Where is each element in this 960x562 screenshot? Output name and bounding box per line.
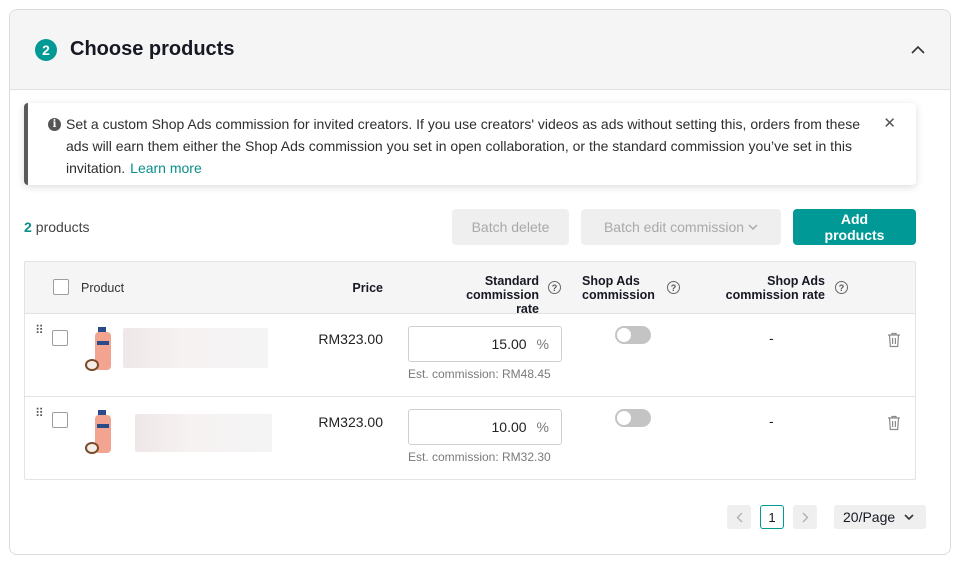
product-count-number: 2 xyxy=(24,219,32,235)
info-icon: i xyxy=(48,118,61,131)
page-size-value: 20/Page xyxy=(843,509,896,525)
rate-value: 10.00 xyxy=(491,419,527,435)
page-1-button[interactable]: 1 xyxy=(760,505,784,529)
card-header[interactable]: 2 Choose products xyxy=(10,10,950,90)
standard-rate-input[interactable]: 10.00% xyxy=(408,409,562,445)
row-checkbox[interactable] xyxy=(52,412,68,428)
close-icon[interactable]: ✕ xyxy=(883,113,896,135)
header-standard-rate-line1: Standard commission xyxy=(466,274,539,302)
header-shop-ads-rate-line1: Shop Ads xyxy=(767,274,825,288)
header-shop-ads: Shop Ads commission xyxy=(582,274,655,302)
trash-icon[interactable] xyxy=(887,415,901,431)
product-thumbnail xyxy=(85,410,111,454)
chevron-up-icon[interactable] xyxy=(910,42,926,58)
header-shop-ads-line2: commission xyxy=(582,288,655,302)
batch-edit-commission-button[interactable]: Batch edit commission xyxy=(581,209,781,245)
chevron-right-icon[interactable] xyxy=(793,505,817,529)
standard-rate-input[interactable]: 15.00% xyxy=(408,326,562,362)
learn-more-link[interactable]: Learn more xyxy=(130,160,202,176)
header-standard-rate: Standard commission rate xyxy=(416,274,539,316)
header-shop-ads-rate-line2: commission rate xyxy=(725,288,825,302)
row-checkbox[interactable] xyxy=(52,330,68,346)
step-badge: 2 xyxy=(35,38,57,61)
chevron-left-icon[interactable] xyxy=(727,505,751,529)
page-size-select[interactable]: 20/Page xyxy=(834,505,926,529)
estimated-commission: Est. commission: RM48.45 xyxy=(408,367,551,381)
percent-unit: % xyxy=(536,336,549,352)
rate-value: 15.00 xyxy=(491,336,527,352)
trash-icon[interactable] xyxy=(887,332,901,348)
table-row: ⠿ RM323.00 15.00% Est. commission: RM48.… xyxy=(25,314,915,397)
select-all-checkbox[interactable] xyxy=(53,279,69,295)
header-price: Price xyxy=(352,281,383,295)
drag-handle-icon[interactable]: ⠿ xyxy=(35,324,44,336)
help-icon[interactable]: ? xyxy=(548,281,561,294)
table-row: ⠿ RM323.00 10.00% Est. commission: RM32.… xyxy=(25,397,915,480)
pagination: 1 20/Page xyxy=(0,505,960,529)
product-thumbnail xyxy=(85,327,111,371)
shop-ads-rate: - xyxy=(769,330,774,346)
add-products-button[interactable]: Add products xyxy=(793,209,916,245)
help-icon[interactable]: ? xyxy=(667,281,680,294)
shop-ads-rate: - xyxy=(769,413,774,429)
product-price: RM323.00 xyxy=(318,331,383,347)
product-name-redacted xyxy=(123,328,268,368)
header-shop-ads-line1: Shop Ads xyxy=(582,274,640,288)
shop-ads-toggle[interactable] xyxy=(615,409,651,427)
shop-ads-notice: i Set a custom Shop Ads commission for i… xyxy=(24,103,916,185)
header-product: Product xyxy=(81,281,125,295)
product-price: RM323.00 xyxy=(318,414,383,430)
product-name-redacted xyxy=(135,414,272,452)
shop-ads-toggle[interactable] xyxy=(615,326,651,344)
chevron-down-icon xyxy=(904,514,914,520)
page-title: Choose products xyxy=(70,38,235,60)
header-shop-ads-rate: Shop Ads commission rate xyxy=(725,274,825,302)
table-header: Product Price Standard commission rate ?… xyxy=(25,262,915,316)
help-icon[interactable]: ? xyxy=(835,281,848,294)
estimated-commission: Est. commission: RM32.30 xyxy=(408,450,551,464)
product-toolbar: 2 products Batch delete Batch edit commis… xyxy=(24,209,916,245)
products-table: Product Price Standard commission rate ?… xyxy=(24,261,916,480)
batch-edit-label: Batch edit commission xyxy=(603,219,745,235)
percent-unit: % xyxy=(536,419,549,435)
drag-handle-icon[interactable]: ⠿ xyxy=(35,407,44,419)
chevron-down-icon xyxy=(748,224,758,230)
product-count-label: products xyxy=(35,219,90,235)
product-count: 2 products xyxy=(24,219,440,235)
batch-delete-button[interactable]: Batch delete xyxy=(452,209,569,245)
